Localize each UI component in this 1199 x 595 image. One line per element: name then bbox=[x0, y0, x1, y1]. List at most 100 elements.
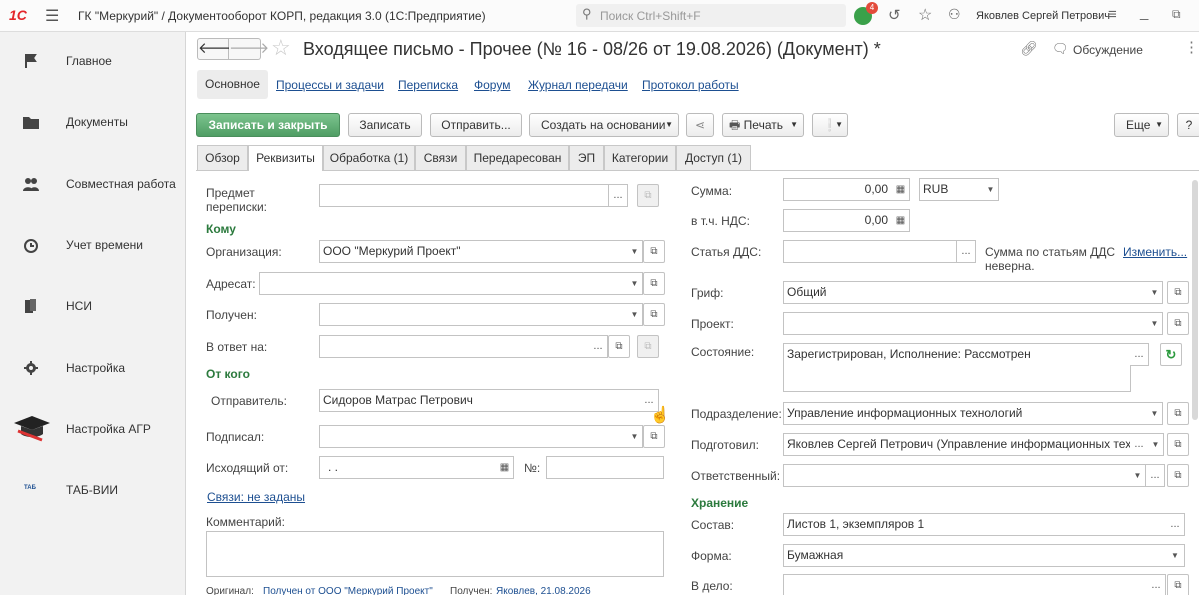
user-icon[interactable]: ⚇ bbox=[948, 6, 961, 23]
addressee-input[interactable] bbox=[259, 272, 628, 295]
nav-correspondence[interactable]: Переписка bbox=[398, 78, 458, 92]
settings-lines-icon[interactable]: ≡ bbox=[1108, 6, 1117, 23]
favorite-star-icon[interactable]: ☆ bbox=[271, 35, 291, 61]
discussion-link[interactable]: Обсуждение bbox=[1073, 43, 1143, 57]
subject-select-button[interactable]: ... bbox=[609, 184, 628, 207]
sidebar-item-tab-vii[interactable]: ТАБ ТАБ-ВИИ bbox=[0, 470, 186, 510]
sidebar-item-nsi[interactable]: НСИ bbox=[0, 286, 186, 326]
currency-input[interactable]: RUB bbox=[919, 178, 984, 201]
nav-processes[interactable]: Процессы и задачи bbox=[276, 78, 384, 92]
nav-work-log[interactable]: Протокол работы bbox=[642, 78, 739, 92]
prepared-select-button[interactable]: ... bbox=[1130, 433, 1149, 456]
sender-input[interactable]: Сидоров Матрас Петрович bbox=[319, 389, 641, 412]
send-button[interactable]: Отправить... bbox=[430, 113, 522, 137]
tab-signatures[interactable]: ЭП bbox=[569, 145, 604, 170]
reply-open-button[interactable]: ⧉ bbox=[608, 335, 630, 358]
grif-open-button[interactable]: ⧉ bbox=[1167, 281, 1189, 304]
dept-input[interactable]: Управление информационных технологий bbox=[783, 402, 1148, 425]
project-dropdown[interactable]: ▼ bbox=[1147, 312, 1163, 335]
minimize-icon[interactable]: _ bbox=[1140, 4, 1148, 21]
prepared-open-button[interactable]: ⧉ bbox=[1167, 433, 1189, 456]
org-input[interactable]: ООО "Меркурий Проект" bbox=[319, 240, 628, 263]
app-logo-icon[interactable]: 1С bbox=[9, 7, 27, 23]
received-open-button[interactable]: ⧉ bbox=[643, 303, 665, 326]
original-link[interactable]: Получен от ООО "Меркурий Проект" bbox=[263, 586, 433, 595]
reply-select-button[interactable]: ... bbox=[589, 335, 608, 358]
outgoing-date-input[interactable]: . . bbox=[319, 456, 497, 479]
subject-input[interactable] bbox=[319, 184, 609, 207]
sum-input[interactable]: 0,00 bbox=[783, 178, 893, 201]
sidebar-item-settings[interactable]: Настройка bbox=[0, 348, 186, 388]
history-icon[interactable]: ↺ bbox=[888, 6, 901, 24]
tab-processing[interactable]: Обработка (1) bbox=[323, 145, 415, 170]
grif-dropdown[interactable]: ▼ bbox=[1147, 281, 1163, 304]
prepared-dropdown[interactable]: ▼ bbox=[1148, 433, 1164, 456]
dept-open-button[interactable]: ⧉ bbox=[1167, 402, 1189, 425]
dept-dropdown[interactable]: ▼ bbox=[1147, 402, 1163, 425]
nav-forum[interactable]: Форум bbox=[474, 78, 510, 92]
links-not-set-link[interactable]: Связи: не заданы bbox=[207, 490, 305, 504]
importance-button[interactable]: ❕ ▼ bbox=[812, 113, 848, 137]
create-basis-button[interactable]: Создать на основании ▼ bbox=[529, 113, 679, 137]
calendar-icon[interactable]: ▦ bbox=[496, 456, 514, 479]
reply-copy-button[interactable]: ⧉ bbox=[637, 335, 659, 358]
grif-input[interactable]: Общий bbox=[783, 281, 1148, 304]
star-icon[interactable]: ☆ bbox=[918, 5, 932, 25]
vat-calculator-icon[interactable]: ▦ bbox=[892, 209, 910, 232]
share-button[interactable]: ⋖ bbox=[686, 113, 714, 137]
vat-input[interactable]: 0,00 bbox=[783, 209, 893, 232]
more-vertical-icon[interactable]: ⋮ bbox=[1184, 38, 1199, 56]
dds-change-link[interactable]: Изменить... bbox=[1123, 245, 1187, 259]
menu-icon[interactable]: ☰ bbox=[45, 6, 59, 26]
project-open-button[interactable]: ⧉ bbox=[1167, 312, 1189, 335]
received-by-link[interactable]: Яковлев, 21.08.2026 bbox=[496, 586, 591, 595]
forward-button[interactable]: 🡒 bbox=[229, 38, 269, 60]
form-input[interactable]: Бумажная bbox=[783, 544, 1167, 567]
sidebar-item-time-tracking[interactable]: Учет времени bbox=[0, 225, 186, 265]
responsible-select-button[interactable]: ... bbox=[1146, 464, 1165, 487]
link-icon[interactable]: 🔗︎ bbox=[1020, 40, 1038, 57]
sidebar-item-agr-settings[interactable]: Настройка АГР bbox=[0, 409, 186, 449]
case-select-button[interactable]: ... bbox=[1147, 574, 1166, 595]
nav-transfer-log[interactable]: Журнал передачи bbox=[528, 78, 628, 92]
tab-redirected[interactable]: Передаресован bbox=[466, 145, 569, 170]
sidebar-item-documents[interactable]: Документы bbox=[0, 102, 186, 142]
signed-open-button[interactable]: ⧉ bbox=[643, 425, 665, 448]
print-button[interactable]: 🖶︎ Печать ▼ bbox=[722, 113, 804, 137]
search-box[interactable]: ⚲ Поиск Ctrl+Shift+F bbox=[576, 4, 846, 27]
signed-dropdown[interactable]: ▼ bbox=[627, 425, 643, 448]
tab-access[interactable]: Доступ (1) bbox=[676, 145, 751, 170]
save-close-button[interactable]: Записать и закрыть bbox=[196, 113, 340, 137]
back-button[interactable]: 🡐 bbox=[197, 38, 238, 60]
nav-main[interactable]: Основное bbox=[197, 70, 268, 99]
discussion-icon[interactable]: 🗨︎ bbox=[1052, 41, 1069, 57]
tab-overview[interactable]: Обзор bbox=[197, 145, 248, 170]
org-dropdown[interactable]: ▼ bbox=[627, 240, 643, 263]
received-dropdown[interactable]: ▼ bbox=[627, 303, 643, 326]
reply-input[interactable] bbox=[319, 335, 590, 358]
tab-requisites[interactable]: Реквизиты bbox=[248, 145, 323, 171]
save-button[interactable]: Записать bbox=[348, 113, 422, 137]
form-dropdown[interactable]: ▼ bbox=[1166, 544, 1185, 567]
tab-categories[interactable]: Категории bbox=[604, 145, 676, 170]
org-open-button[interactable]: ⧉ bbox=[643, 240, 665, 263]
prepared-input[interactable]: Яковлев Сергей Петрович (Управление инфо… bbox=[783, 433, 1131, 456]
state-select-button[interactable]: ... bbox=[1130, 343, 1149, 366]
signed-input[interactable] bbox=[319, 425, 628, 448]
search-input[interactable]: Поиск Ctrl+Shift+F bbox=[600, 9, 701, 23]
received-input[interactable] bbox=[319, 303, 628, 326]
number-input[interactable] bbox=[546, 456, 664, 479]
comment-textarea[interactable] bbox=[206, 531, 664, 577]
restore-icon[interactable]: ⧉ bbox=[1172, 7, 1181, 22]
composition-input[interactable]: Листов 1, экземпляров 1 bbox=[783, 513, 1167, 536]
currency-dropdown[interactable]: ▼ bbox=[983, 178, 999, 201]
help-button[interactable]: ? bbox=[1177, 113, 1199, 137]
more-button[interactable]: Еще ▼ bbox=[1114, 113, 1169, 137]
addressee-dropdown[interactable]: ▼ bbox=[627, 272, 643, 295]
case-input[interactable] bbox=[783, 574, 1148, 595]
responsible-dropdown[interactable]: ▼ bbox=[1130, 464, 1146, 487]
subject-open-button[interactable]: ⧉ bbox=[637, 184, 659, 207]
responsible-input[interactable] bbox=[783, 464, 1131, 487]
project-input[interactable] bbox=[783, 312, 1148, 335]
state-input[interactable]: Зарегистрирован, Исполнение: Рассмотрен bbox=[783, 343, 1131, 392]
